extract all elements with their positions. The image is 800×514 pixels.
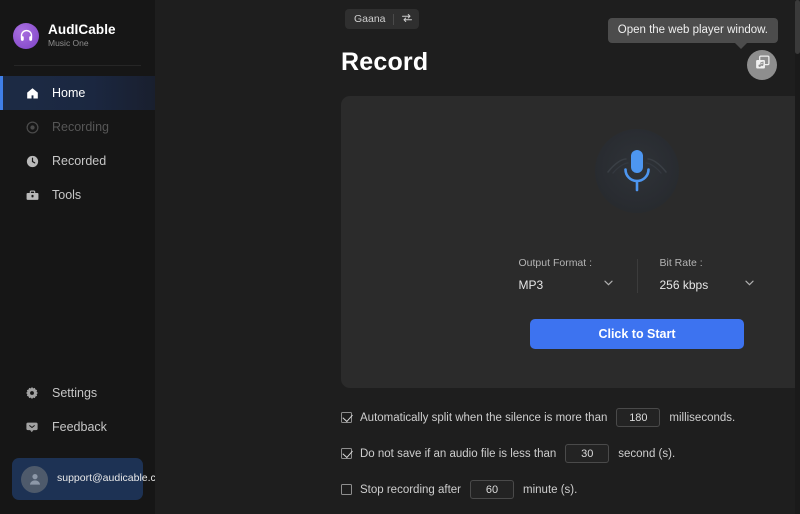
home-icon: [24, 85, 40, 101]
main-content: Gaana Record Open the web player window.: [155, 0, 800, 514]
record-card: Output Format : MP3 Bit Rate : 256 kbps: [341, 96, 800, 388]
stop-after-value-input[interactable]: 60: [470, 480, 515, 499]
microphone-button[interactable]: [595, 129, 679, 213]
sidebar-divider: [14, 65, 141, 66]
auto-split-value-input[interactable]: 180: [616, 408, 661, 427]
sidebar-bottom-nav: Settings Feedback: [0, 376, 155, 444]
user-icon: [21, 465, 48, 493]
sidebar-item-home[interactable]: Home: [0, 76, 155, 110]
chat-icon: [24, 419, 40, 435]
scrollbar-track[interactable]: [795, 0, 800, 514]
gear-icon: [24, 385, 40, 401]
sidebar-item-recording[interactable]: Recording: [0, 110, 155, 144]
toolbox-icon: [24, 187, 40, 203]
sidebar-item-recorded[interactable]: Recorded: [0, 144, 155, 178]
swap-arrows-icon[interactable]: [401, 12, 413, 27]
bit-rate-value: 256 kbps: [659, 278, 709, 292]
chevron-down-icon: [602, 276, 615, 294]
stop-after-unit: minute (s).: [523, 483, 578, 496]
microphone-wrap: [341, 129, 800, 213]
output-format-select[interactable]: MP3: [519, 276, 615, 294]
start-recording-button[interactable]: Click to Start: [530, 319, 744, 349]
stop-after-label: Stop recording after: [360, 483, 462, 496]
output-format-label: Output Format :: [518, 257, 593, 269]
support-email-button[interactable]: support@audicable.com: [12, 458, 171, 500]
sidebar: AudICable Music One Home Recording Recor…: [0, 0, 171, 514]
open-web-player-button[interactable]: [747, 50, 777, 80]
option-min-length: Do not save if an audio file is less tha…: [341, 444, 735, 463]
bit-rate-group: Bit Rate : 256 kbps: [660, 257, 756, 294]
webplayer-tooltip: Open the web player window.: [607, 18, 778, 49]
sidebar-item-feedback[interactable]: Feedback: [0, 410, 155, 444]
brand-text: AudICable Music One: [48, 22, 116, 49]
sidebar-item-label: Tools: [52, 188, 82, 202]
min-length-label: Do not save if an audio file is less tha…: [360, 447, 557, 460]
output-format-group: Output Format : MP3: [519, 257, 615, 294]
bit-rate-select[interactable]: 256 kbps: [660, 276, 756, 294]
sidebar-item-settings[interactable]: Settings: [0, 376, 155, 410]
page-title: Record: [341, 48, 429, 76]
option-stop-after: Stop recording after 60 minute (s).: [341, 480, 735, 499]
sidebar-nav: Home Recording Recorded Tools: [0, 76, 155, 212]
bit-rate-label: Bit Rate :: [659, 257, 703, 269]
brand-subtitle: Music One: [48, 38, 89, 49]
app-window: AudICable Music One Home Recording Recor…: [0, 0, 800, 514]
sidebar-item-tools[interactable]: Tools: [0, 178, 155, 212]
sidebar-item-label: Home: [52, 86, 86, 100]
headphones-icon: [13, 22, 39, 49]
scrollbar-thumb[interactable]: [795, 0, 800, 54]
brand-logo-block: AudICable Music One: [0, 0, 155, 57]
microphone-icon: [607, 150, 667, 192]
sidebar-item-label: Recorded: [52, 154, 107, 168]
settings-divider: [636, 258, 638, 293]
min-length-value-input[interactable]: 30: [565, 444, 610, 463]
auto-split-label: Automatically split when the silence is …: [360, 411, 608, 424]
brand-name: AudICable: [48, 22, 116, 38]
recording-options: Automatically split when the silence is …: [341, 408, 735, 499]
sidebar-item-label: Settings: [52, 386, 98, 400]
web-player-window-icon: [754, 54, 771, 76]
format-settings-row: Output Format : MP3 Bit Rate : 256 kbps: [341, 257, 800, 294]
clock-icon: [24, 153, 40, 169]
source-selector[interactable]: Gaana: [345, 9, 419, 29]
min-length-unit: second (s).: [618, 447, 676, 460]
record-icon: [24, 119, 40, 135]
sidebar-item-label: Feedback: [52, 420, 107, 434]
stop-after-checkbox[interactable]: [341, 484, 352, 495]
support-email-text: support@audicable.com: [57, 472, 171, 485]
min-length-checkbox[interactable]: [341, 448, 352, 459]
auto-split-unit: milliseconds.: [669, 411, 736, 424]
source-label: Gaana: [354, 13, 386, 25]
output-format-value: MP3: [518, 278, 544, 292]
auto-split-checkbox[interactable]: [341, 412, 352, 423]
sidebar-item-label: Recording: [52, 120, 109, 134]
option-auto-split: Automatically split when the silence is …: [341, 408, 735, 427]
pill-separator: [392, 13, 394, 25]
chevron-down-icon: [743, 276, 756, 294]
